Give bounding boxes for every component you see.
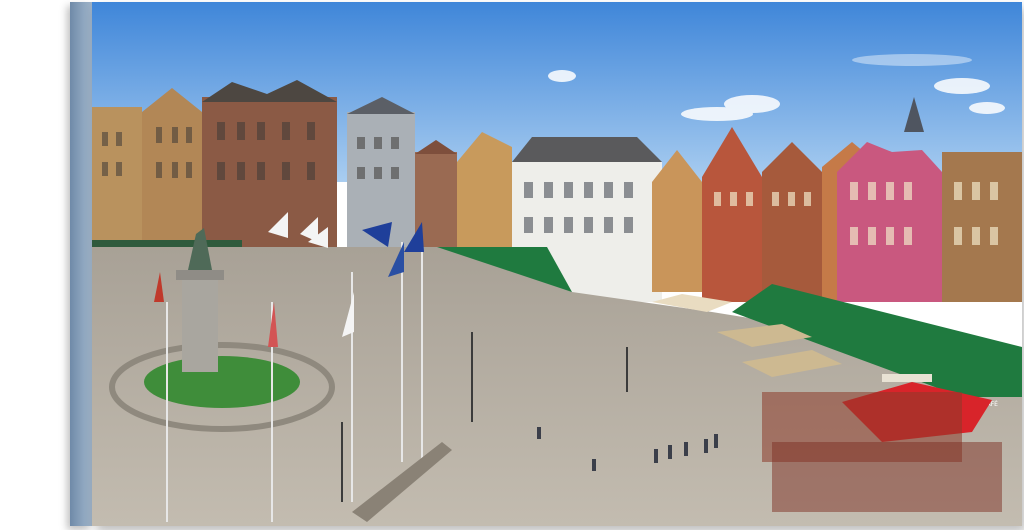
canvas-wrap-side	[70, 2, 92, 526]
market-square-scene: PETIT CAFÉ	[92, 2, 1022, 526]
canvas-print: PETIT CAFÉ	[92, 2, 1022, 526]
